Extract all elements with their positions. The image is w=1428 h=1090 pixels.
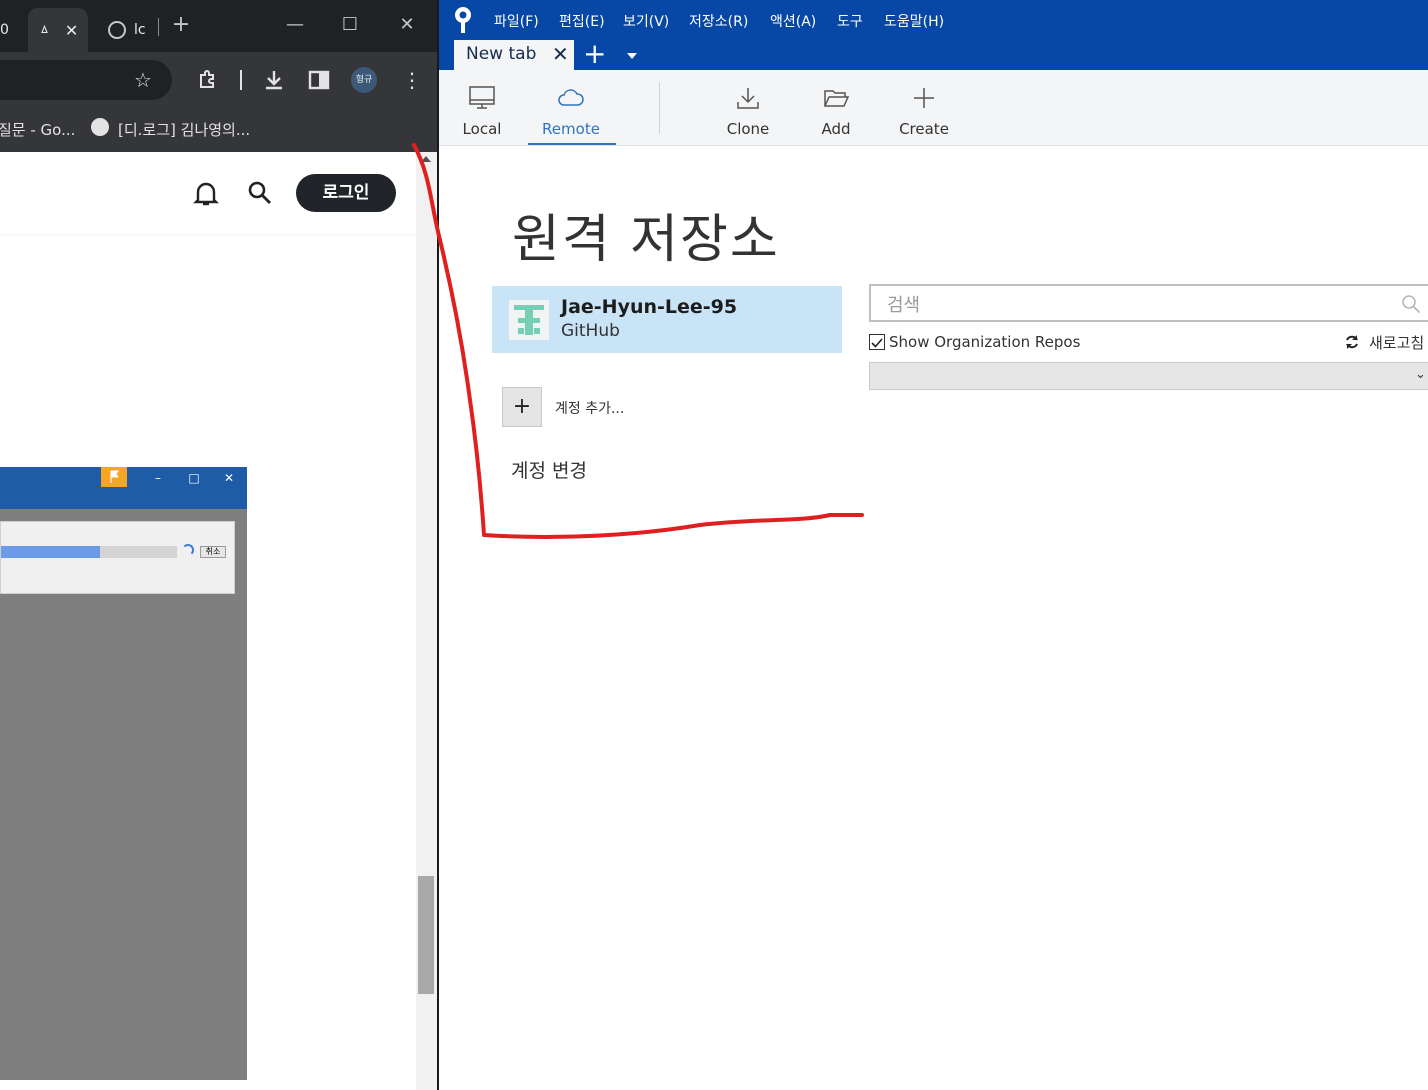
globe-icon: [108, 21, 126, 39]
add-account-label[interactable]: 계정 추가...: [555, 398, 624, 418]
account-provider: GitHub: [561, 321, 620, 341]
browser-tab-partial[interactable]: 0: [0, 8, 20, 52]
browser-tab-active[interactable]: ㅿ ✕: [28, 8, 88, 52]
add-label: Add: [821, 120, 851, 138]
browser-window: 0 ㅿ ✕ lc + — ☐ ✕ ☆ 형규 ⋮ 질문 - Go... [디.로그…: [0, 0, 437, 1090]
progress-dialog: – □ ✕ 취소: [0, 467, 247, 1080]
sourcetree-logo-icon: [455, 7, 471, 33]
add-tab-icon[interactable]: +: [583, 38, 606, 70]
show-org-repos-label[interactable]: Show Organization Repos: [889, 333, 1080, 351]
avatar: [509, 300, 549, 340]
side-panel-icon[interactable]: [308, 69, 330, 91]
screen: 0 ㅿ ✕ lc + — ☐ ✕ ☆ 형규 ⋮ 질문 - Go... [디.로그…: [0, 0, 1428, 1090]
local-label: Local: [462, 120, 502, 138]
address-bar[interactable]: ☆: [0, 60, 172, 100]
repo-filter-dropdown[interactable]: ⌄: [869, 362, 1428, 390]
new-tab-icon[interactable]: +: [170, 14, 192, 36]
chevron-down-icon: ⌄: [1415, 367, 1426, 382]
progress-bar-fill: [1, 546, 100, 558]
search-icon: [1402, 295, 1421, 314]
refresh-button[interactable]: 새로고침: [1369, 332, 1424, 353]
close-icon[interactable]: ✕: [552, 42, 569, 66]
menu-view[interactable]: 보기(V): [623, 11, 669, 31]
dialog-body: 취소: [0, 521, 235, 594]
browser-tab[interactable]: lc: [104, 8, 164, 52]
active-tab-underline: [528, 143, 616, 145]
progress-bar: [1, 546, 177, 558]
tab-new-tab[interactable]: New tab ✕: [454, 40, 574, 70]
create-label: Create: [899, 120, 949, 138]
account-card[interactable]: Jae-Hyun-Lee-95 GitHub: [492, 286, 842, 353]
monitor-icon: [469, 86, 495, 109]
menu-edit[interactable]: 편집(E): [559, 11, 605, 31]
plus-icon: [914, 88, 934, 108]
close-window-icon[interactable]: ✕: [392, 14, 422, 35]
checkmark-icon: [871, 338, 883, 348]
minimize-icon[interactable]: –: [148, 471, 168, 485]
toolbar-divider: [240, 70, 242, 90]
bell-icon[interactable]: [193, 180, 219, 208]
profile-avatar[interactable]: 형규: [351, 67, 377, 93]
titlebar: 파일(F) 편집(E) 보기(V) 저장소(R) 액션(A) 도구 도움말(H)…: [439, 0, 1428, 70]
globe-icon: [91, 118, 109, 136]
more-menu-icon[interactable]: ⋮: [402, 68, 422, 92]
add-account-button[interactable]: +: [502, 387, 542, 427]
search-placeholder: 검색: [887, 295, 921, 316]
flag-icon: [101, 467, 127, 487]
page-title: 원격 저장소: [512, 210, 780, 270]
tab-label: New tab: [466, 44, 537, 64]
browser-tab-label: lc: [134, 22, 146, 38]
folder-open-icon: [823, 90, 850, 107]
tab-dropdown-icon[interactable]: [627, 53, 637, 59]
clone-label: Clone: [726, 120, 770, 138]
maximize-icon[interactable]: □: [184, 471, 204, 485]
clone-download-icon: [737, 88, 759, 109]
show-org-repos-checkbox[interactable]: [869, 334, 885, 350]
remote-label: Remote: [542, 120, 600, 138]
change-account-link[interactable]: 계정 변경: [511, 456, 587, 483]
minimize-icon[interactable]: —: [280, 14, 310, 35]
clone-button[interactable]: Clone: [705, 70, 791, 146]
search-icon[interactable]: [247, 180, 273, 206]
site-header: 로그인: [0, 152, 416, 234]
close-icon[interactable]: ✕: [219, 471, 239, 485]
ribbon-divider: [659, 82, 660, 134]
spinner-icon: [182, 544, 194, 556]
bookmarks-bar: 질문 - Go... [디.로그] 김나영의...: [0, 108, 437, 152]
menu-tools[interactable]: 도구: [837, 11, 863, 31]
cloud-icon: [558, 89, 584, 106]
menu-repository[interactable]: 저장소(R): [689, 11, 748, 31]
extensions-icon[interactable]: [196, 68, 220, 92]
browser-tab-label: 0: [0, 22, 9, 38]
account-name: Jae-Hyun-Lee-95: [561, 296, 738, 318]
browser-tab-label: ㅿ: [38, 23, 51, 39]
menu-file[interactable]: 파일(F): [494, 11, 539, 31]
close-icon[interactable]: ✕: [65, 21, 78, 40]
ribbon-toolbar: Local Remote Clone Add Create: [439, 70, 1428, 146]
add-button[interactable]: Add: [793, 70, 879, 146]
dialog-titlebar: – □ ✕: [0, 467, 247, 509]
bookmark-item[interactable]: [디.로그] 김나영의...: [118, 119, 250, 140]
refresh-icon[interactable]: [1344, 334, 1360, 350]
bookmark-item[interactable]: 질문 - Go...: [0, 119, 75, 140]
login-button[interactable]: 로그인: [296, 174, 396, 212]
remote-button[interactable]: Remote: [528, 70, 614, 146]
menu-actions[interactable]: 액션(A): [770, 11, 816, 31]
search-input[interactable]: 검색: [869, 284, 1428, 322]
sourcetree-window: 파일(F) 편집(E) 보기(V) 저장소(R) 액션(A) 도구 도움말(H)…: [437, 0, 1428, 1090]
star-icon[interactable]: ☆: [131, 68, 155, 92]
tab-separator: [158, 18, 159, 36]
browser-tab-bar: 0 ㅿ ✕ lc + — ☐ ✕: [0, 0, 437, 52]
local-button[interactable]: Local: [439, 70, 525, 146]
cancel-button[interactable]: 취소: [200, 546, 226, 558]
download-icon[interactable]: [262, 68, 286, 92]
menu-help[interactable]: 도움말(H): [884, 11, 944, 31]
create-button[interactable]: Create: [881, 70, 967, 146]
scroll-up-icon[interactable]: [421, 156, 431, 162]
browser-toolbar: ☆ 형규 ⋮: [0, 52, 437, 108]
scrollbar-thumb[interactable]: [418, 876, 434, 994]
maximize-icon[interactable]: ☐: [335, 14, 365, 35]
